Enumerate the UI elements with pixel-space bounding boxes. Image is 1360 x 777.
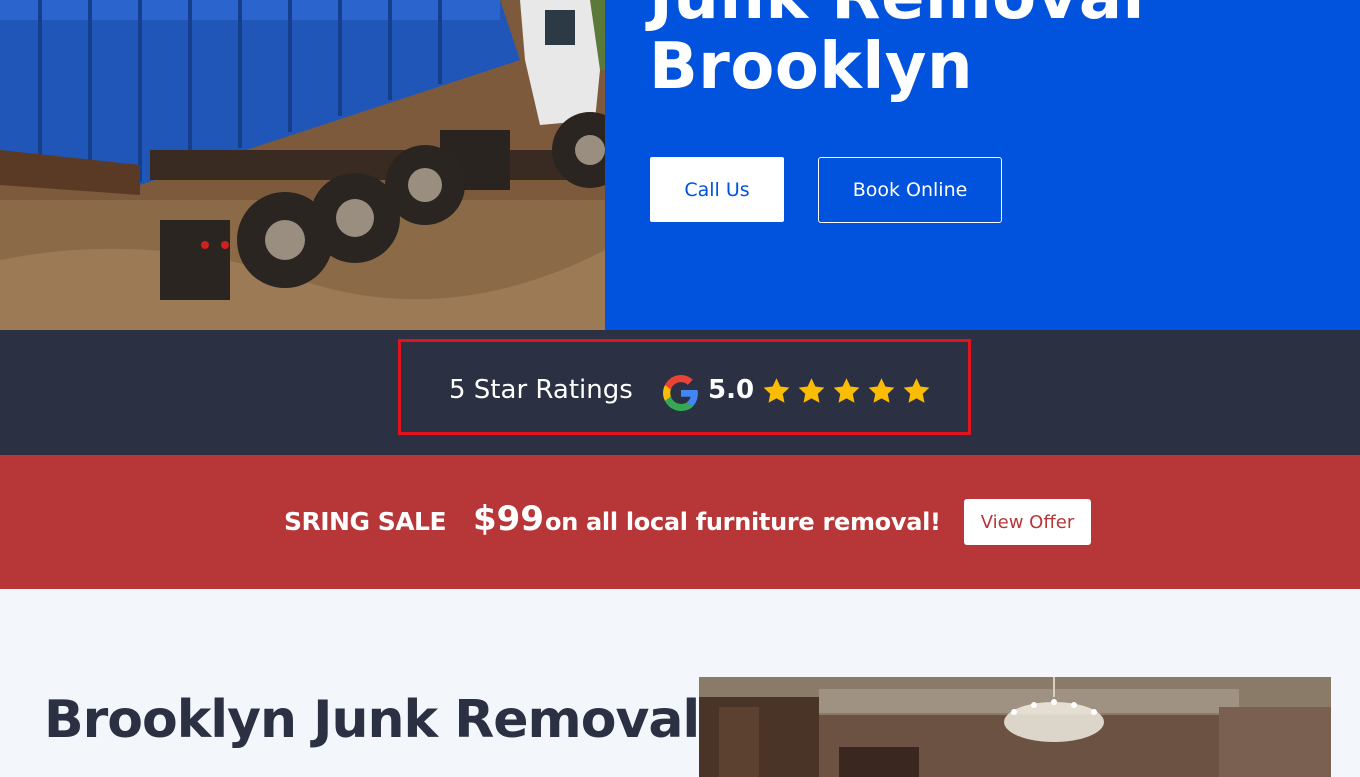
call-us-button[interactable]: Call Us: [650, 157, 784, 222]
hero-buttons: Call Us Book Online: [650, 157, 1002, 223]
star-icon: [798, 378, 825, 403]
room-chandelier-photo: [699, 677, 1331, 777]
star-icon: [763, 378, 790, 403]
hero-panel: Junk Removal Brooklyn Call Us Book Onlin…: [605, 0, 1360, 330]
hero-section: Junk Removal Brooklyn Call Us Book Onlin…: [0, 0, 1360, 330]
sale-text: on all local furniture removal!: [545, 508, 941, 536]
hero-title-line2: Brooklyn: [649, 30, 974, 104]
book-online-button[interactable]: Book Online: [818, 157, 1002, 223]
section-title: Brooklyn Junk Removal: [44, 690, 700, 750]
dumpster-truck-photo: [0, 0, 605, 330]
ratings-label: 5 Star Ratings: [449, 375, 633, 405]
dumpster-truck-illustration: [0, 0, 605, 330]
star-rating: [761, 376, 932, 406]
room-illustration: [699, 677, 1331, 777]
sale-banner: SRING SALE $99 on all local furniture re…: [0, 455, 1360, 589]
hero-title: Junk Removal Brooklyn: [649, 0, 1145, 102]
ratings-highlight-box: 5 Star Ratings 5.0: [398, 339, 971, 435]
star-icon: [833, 378, 860, 403]
view-offer-button[interactable]: View Offer: [964, 499, 1091, 545]
star-icon: [868, 378, 895, 403]
rating-score: 5.0: [708, 375, 755, 405]
sale-price: $99: [473, 499, 544, 539]
google-icon: [663, 375, 698, 411]
sale-tag: SRING SALE: [284, 507, 447, 536]
hero-title-line1: Junk Removal: [649, 0, 1145, 32]
star-icon: [903, 378, 930, 403]
ratings-bar: 5 Star Ratings 5.0: [0, 330, 1360, 455]
